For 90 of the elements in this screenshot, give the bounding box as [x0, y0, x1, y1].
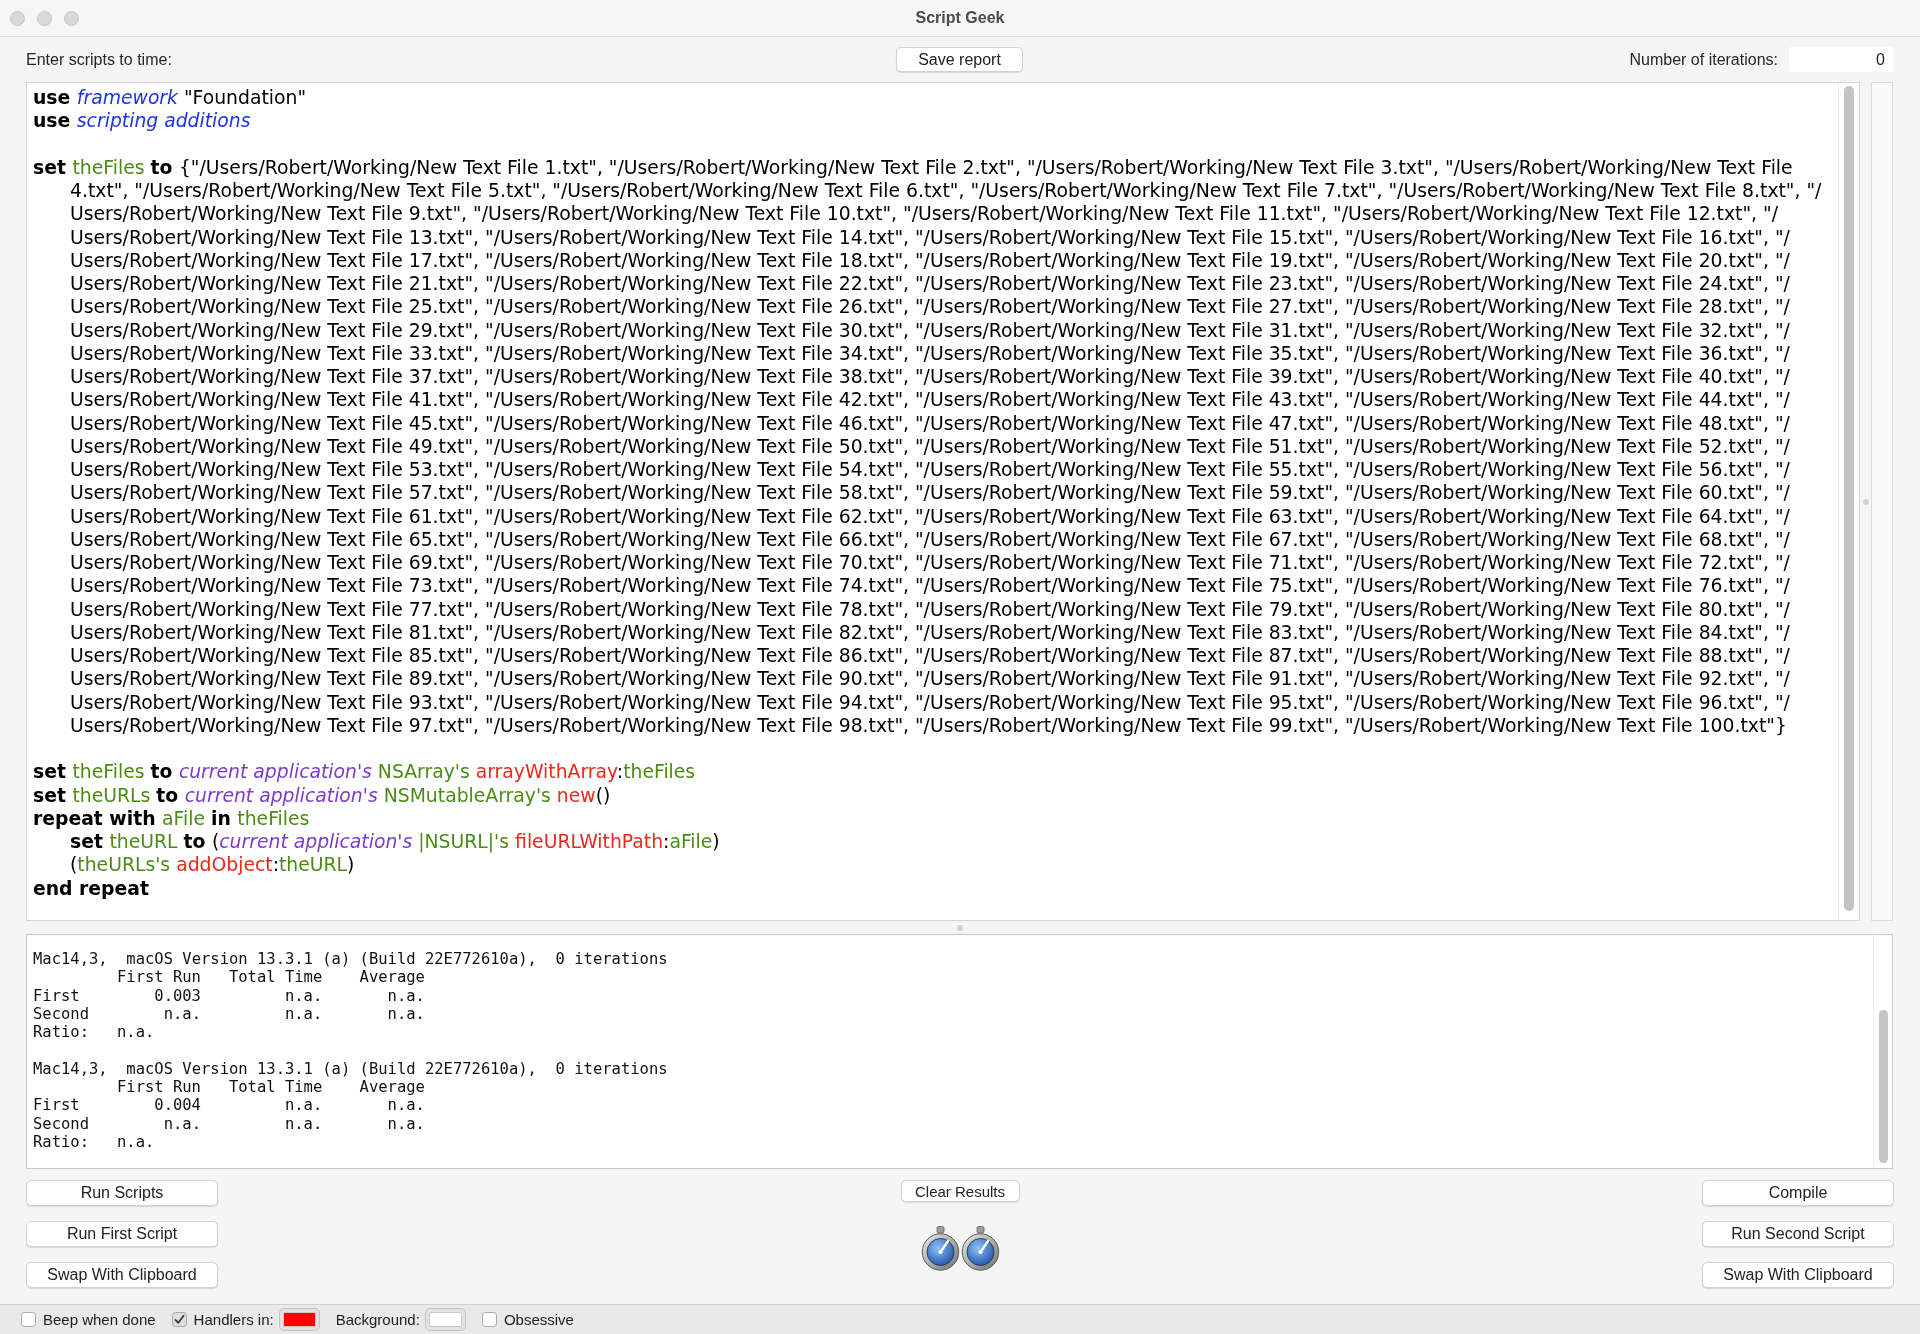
result-value: n.a. [284, 986, 323, 1005]
code-line: set theURL to (current application's |NSURL|'s fileURLWithPath:aFile) [70, 830, 720, 854]
column-header: First Run [116, 1078, 201, 1097]
code-line: end repeat [33, 876, 149, 900]
action-button[interactable]: Run First Script [26, 1221, 218, 1247]
code-line: Users/Robert/Working/New Text File 53.txt", "/Users/Robert/Working/New Text File 54.txt", "/Users/Robert/Working/New Text File 55.txt", "/Users/Robert/Working/New Text File 56.txt", "/ [70, 458, 1790, 482]
result-summary: Mac14,3, macOS Version 13.3.1 (a) (Build 22E772610a), 0 iterations [33, 1059, 668, 1079]
result-value: n.a. [387, 1004, 425, 1024]
code-line: repeat with aFile in theFiles [33, 806, 310, 830]
column-header: First Run [116, 968, 201, 987]
stopwatch-icon [920, 1226, 960, 1271]
code-line: Users/Robert/Working/New Text File 93.txt", "/Users/Robert/Working/New Text File 94.txt", "/Users/Robert/Working/New Text File 95.txt", "/Users/Robert/Working/New Text File 96.txt", "/ [70, 690, 1790, 714]
result-value: n.a. [387, 1096, 425, 1115]
code-line: Users/Robert/Working/New Text File 29.txt", "/Users/Robert/Working/New Text File 30.txt", "/Users/Robert/Working/New Text File 31.txt", "/Users/Robert/Working/New Text File 32.txt", "/ [70, 318, 1790, 342]
checkbox[interactable]: Obsessive [481, 1311, 574, 1328]
code-line: Users/Robert/Working/New Text File 81.txt", "/Users/Robert/Working/New Text File 82.txt", "/Users/Robert/Working/New Text File 83.txt", "/Users/Robert/Working/New Text File 84.txt", "/ [70, 620, 1790, 644]
column-header: Average [359, 968, 425, 987]
code-line: Users/Robert/Working/New Text File 37.txt", "/Users/Robert/Working/New Text File 38.txt", "/Users/Robert/Working/New Text File 39.txt", "/Users/Robert/Working/New Text File 40.txt", "/ [70, 365, 1790, 389]
row-label: Second [33, 1004, 89, 1024]
code-line: Users/Robert/Working/New Text File 69.txt", "/Users/Robert/Working/New Text File 70.txt", "/Users/Robert/Working/New Text File 71.txt", "/Users/Robert/Working/New Text File 72.txt", "/ [70, 551, 1790, 575]
stopwatch-icon [960, 1226, 1000, 1271]
code-line: (theURLs's addObject:theURL) [70, 853, 355, 877]
close-button[interactable] [10, 10, 25, 26]
checkbox-icon[interactable] [481, 1312, 497, 1327]
splitter-handle[interactable] [1862, 498, 1869, 505]
code-line: Users/Robert/Working/New Text File 49.txt", "/Users/Robert/Working/New Text File 50.txt", "/Users/Robert/Working/New Text File 51.txt", "/Users/Robert/Working/New Text File 52.txt", "/ [70, 434, 1790, 458]
column-header: Average [359, 1078, 425, 1097]
code-line: Users/Robert/Working/New Text File 57.txt", "/Users/Robert/Working/New Text File 58.txt", "/Users/Robert/Working/New Text File 59.txt", "/Users/Robert/Working/New Text File 60.txt", "/ [70, 481, 1790, 505]
row-label: Ratio: [33, 1132, 89, 1152]
iterations-field[interactable]: 0 [1789, 47, 1893, 72]
result-value: n.a. [387, 986, 425, 1005]
result-value: n.a. [117, 1023, 155, 1042]
result-value: n.a. [284, 1004, 323, 1024]
save-report-button[interactable]: Save report [896, 47, 1023, 72]
code-line: Users/Robert/Working/New Text File 65.txt", "/Users/Robert/Working/New Text File 66.txt", "/Users/Robert/Working/New Text File 67.txt", "/Users/Robert/Working/New Text File 68.txt", "/ [70, 527, 1790, 551]
action-button[interactable]: Swap With Clipboard [1702, 1262, 1894, 1288]
row-label: Ratio: [33, 1023, 89, 1042]
column-header: Total Time [228, 968, 323, 987]
column-header: Total Time [228, 1078, 323, 1097]
action-button[interactable]: Run Second Script [1702, 1221, 1894, 1247]
scrollbar-thumb[interactable] [1844, 86, 1854, 911]
code-line: set theURLs to current application's NSMutableArray's new() [33, 783, 611, 807]
result-value: n.a. [387, 1114, 425, 1133]
row-label: Second [33, 1114, 89, 1133]
code-line: Users/Robert/Working/New Text File 13.txt", "/Users/Robert/Working/New Text File 14.txt", "/Users/Robert/Working/New Text File 15.txt", "/Users/Robert/Working/New Text File 16.txt", "/ [70, 225, 1790, 249]
result-value: 0.003 [154, 986, 201, 1005]
code-line: set theFiles to {"/Users/Robert/Working/New Text File 1.txt", "/Users/Robert/Working/New Text File 2.txt", "/Users/Robert/Working/New Text File 3.txt", "/Users/Robert/Working/New Text File [33, 155, 1793, 179]
result-value: n.a. [284, 1096, 323, 1115]
checkbox[interactable]: Handlers in: [171, 1311, 274, 1328]
code-line: Users/Robert/Working/New Text File 77.txt", "/Users/Robert/Working/New Text File 78.txt", "/Users/Robert/Working/New Text File 79.txt", "/Users/Robert/Working/New Text File 80.txt", "/ [70, 597, 1790, 621]
code-line: Users/Robert/Working/New Text File 41.txt", "/Users/Robert/Working/New Text File 42.txt", "/Users/Robert/Working/New Text File 43.txt", "/Users/Robert/Working/New Text File 44.txt", "/ [70, 388, 1790, 412]
code-line: use framework "Foundation" [33, 86, 307, 110]
code-line: Users/Robert/Working/New Text File 45.txt", "/Users/Robert/Working/New Text File 46.txt", "/Users/Robert/Working/New Text File 47.txt", "/Users/Robert/Working/New Text File 48.txt", "/ [70, 411, 1790, 435]
row-label: First [33, 986, 80, 1005]
checkbox[interactable]: Beep when done [21, 1311, 156, 1328]
code-line: Users/Robert/Working/New Text File 21.txt", "/Users/Robert/Working/New Text File 22.txt", "/Users/Robert/Working/New Text File 23.txt", "/Users/Robert/Working/New Text File 24.txt", "/ [70, 272, 1790, 296]
code-line: Users/Robert/Working/New Text File 25.txt", "/Users/Robert/Working/New Text File 26.txt", "/Users/Robert/Working/New Text File 27.txt", "/Users/Robert/Working/New Text File 28.txt", "/ [70, 295, 1790, 319]
code-line: set theFiles to current application's NSArray's arrayWithArray:theFiles [33, 760, 696, 784]
code-line: Users/Robert/Working/New Text File 97.txt", "/Users/Robert/Working/New Text File 98.txt", "/Users/Robert/Working/New Text File 99.txt", "/Users/Robert/Working/New Text File 100.txt"} [70, 713, 1787, 737]
code-line: Users/Robert/Working/New Text File 17.txt", "/Users/Robert/Working/New Text File 18.txt", "/Users/Robert/Working/New Text File 19.txt", "/Users/Robert/Working/New Text File 20.txt", "/ [70, 248, 1790, 272]
result-value: n.a. [117, 1132, 155, 1152]
code-line: Users/Robert/Working/New Text File 85.txt", "/Users/Robert/Working/New Text File 86.txt", "/Users/Robert/Working/New Text File 87.txt", "/Users/Robert/Working/New Text File 88.txt", "/ [70, 644, 1790, 668]
zoom-button[interactable] [64, 10, 79, 26]
result-value: n.a. [163, 1114, 201, 1133]
checkbox-icon[interactable] [21, 1312, 36, 1327]
result-value: 0.004 [154, 1096, 201, 1115]
result-value: n.a. [284, 1114, 323, 1133]
checkbox-icon[interactable] [171, 1312, 187, 1327]
code-line: Users/Robert/Working/New Text File 33.txt", "/Users/Robert/Working/New Text File 34.txt", "/Users/Robert/Working/New Text File 35.txt", "/Users/Robert/Working/New Text File 36.txt", "/ [70, 341, 1790, 365]
action-button[interactable]: Swap With Clipboard [26, 1262, 218, 1288]
script-editor[interactable] [26, 82, 1860, 921]
iterations-label: Number of iterations: [1629, 50, 1778, 69]
scrollbar-thumb[interactable] [1879, 1010, 1888, 1163]
prompt-label: Enter scripts to time: [26, 50, 172, 69]
result-summary: Mac14,3, macOS Version 13.3.1 (a) (Build 22E772610a), 0 iterations [33, 950, 668, 969]
row-label: First [33, 1096, 80, 1115]
code-line: Users/Robert/Working/New Text File 61.txt", "/Users/Robert/Working/New Text File 62.txt", "/Users/Robert/Working/New Text File 63.txt", "/Users/Robert/Working/New Text File 64.txt", "/ [70, 504, 1790, 528]
result-value: n.a. [163, 1004, 201, 1024]
code-line: Users/Robert/Working/New Text File 9.txt", "/Users/Robert/Working/New Text File 10.txt", "/Users/Robert/Working/New Text File 11.txt", "/Users/Robert/Working/New Text File 12.txt", "/ [70, 202, 1778, 226]
action-button[interactable]: Compile [1702, 1180, 1894, 1206]
code-line: use scripting additions [33, 109, 251, 133]
minimize-button[interactable] [37, 10, 52, 26]
action-button[interactable]: Run Scripts [26, 1180, 218, 1206]
status-label: Background: [335, 1311, 420, 1328]
code-line: Users/Robert/Working/New Text File 89.txt", "/Users/Robert/Working/New Text File 90.txt", "/Users/Robert/Working/New Text File 91.txt", "/Users/Robert/Working/New Text File 92.txt", "/ [70, 667, 1790, 691]
splitter-handle[interactable] [957, 924, 963, 931]
window-title: Script Geek [915, 9, 1005, 27]
code-line: 4.txt", "/Users/Robert/Working/New Text File 5.txt", "/Users/Robert/Working/New Text File 6.txt", "/Users/Robert/Working/New Text File 7.txt", "/Users/Robert/Working/New Text File 8.txt", "/ [70, 179, 1822, 203]
clear-results-button[interactable]: Clear Results [900, 1180, 1020, 1202]
code-line: Users/Robert/Working/New Text File 73.txt", "/Users/Robert/Working/New Text File 74.txt", "/Users/Robert/Working/New Text File 75.txt", "/Users/Robert/Working/New Text File 76.txt", "/ [70, 574, 1790, 598]
